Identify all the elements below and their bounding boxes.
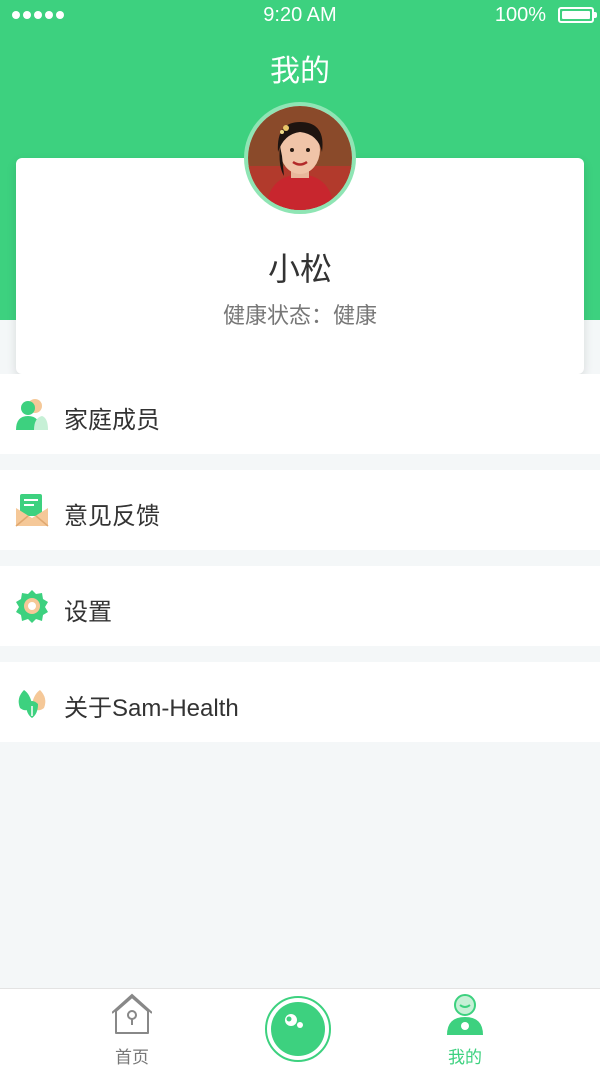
family-members-icon [14,396,50,432]
tab-mine-label: 我的 [448,1048,482,1067]
health-check-icon [265,996,331,1062]
menu-label-settings: 设置 [64,599,112,626]
avatar[interactable] [244,102,356,214]
battery-icon [558,7,597,23]
home-icon [111,993,153,1037]
menu-item-about[interactable]: 关于Sam-Health [0,662,600,742]
menu-item-family-members[interactable]: 家庭成员 [0,374,600,454]
status-bar: 9:20 AM 100% [0,0,600,32]
user-name: 小松 [267,251,332,287]
menu-label-family-members: 家庭成员 [64,407,160,434]
health-check-button[interactable] [265,996,331,1062]
health-status: 健康状态：健康 [222,303,377,328]
profile-icon [445,993,485,1037]
feedback-icon [14,492,50,528]
page-title: 我的 [270,55,330,88]
menu-item-settings[interactable]: 设置 [0,566,600,646]
menu-item-feedback[interactable]: 意见反馈 [0,470,600,550]
tab-bar: 首页 我的 [0,988,600,1068]
tab-home[interactable]: 首页 [72,989,192,1068]
tab-mine[interactable]: 我的 [405,989,525,1068]
battery-percentage: 100% [494,4,546,26]
menu-label-about: 关于Sam-Health [64,695,239,722]
about-icon [14,684,50,720]
menu-label-feedback: 意见反馈 [64,503,160,530]
tab-home-label: 首页 [115,1048,149,1067]
settings-gear-icon [14,588,50,624]
